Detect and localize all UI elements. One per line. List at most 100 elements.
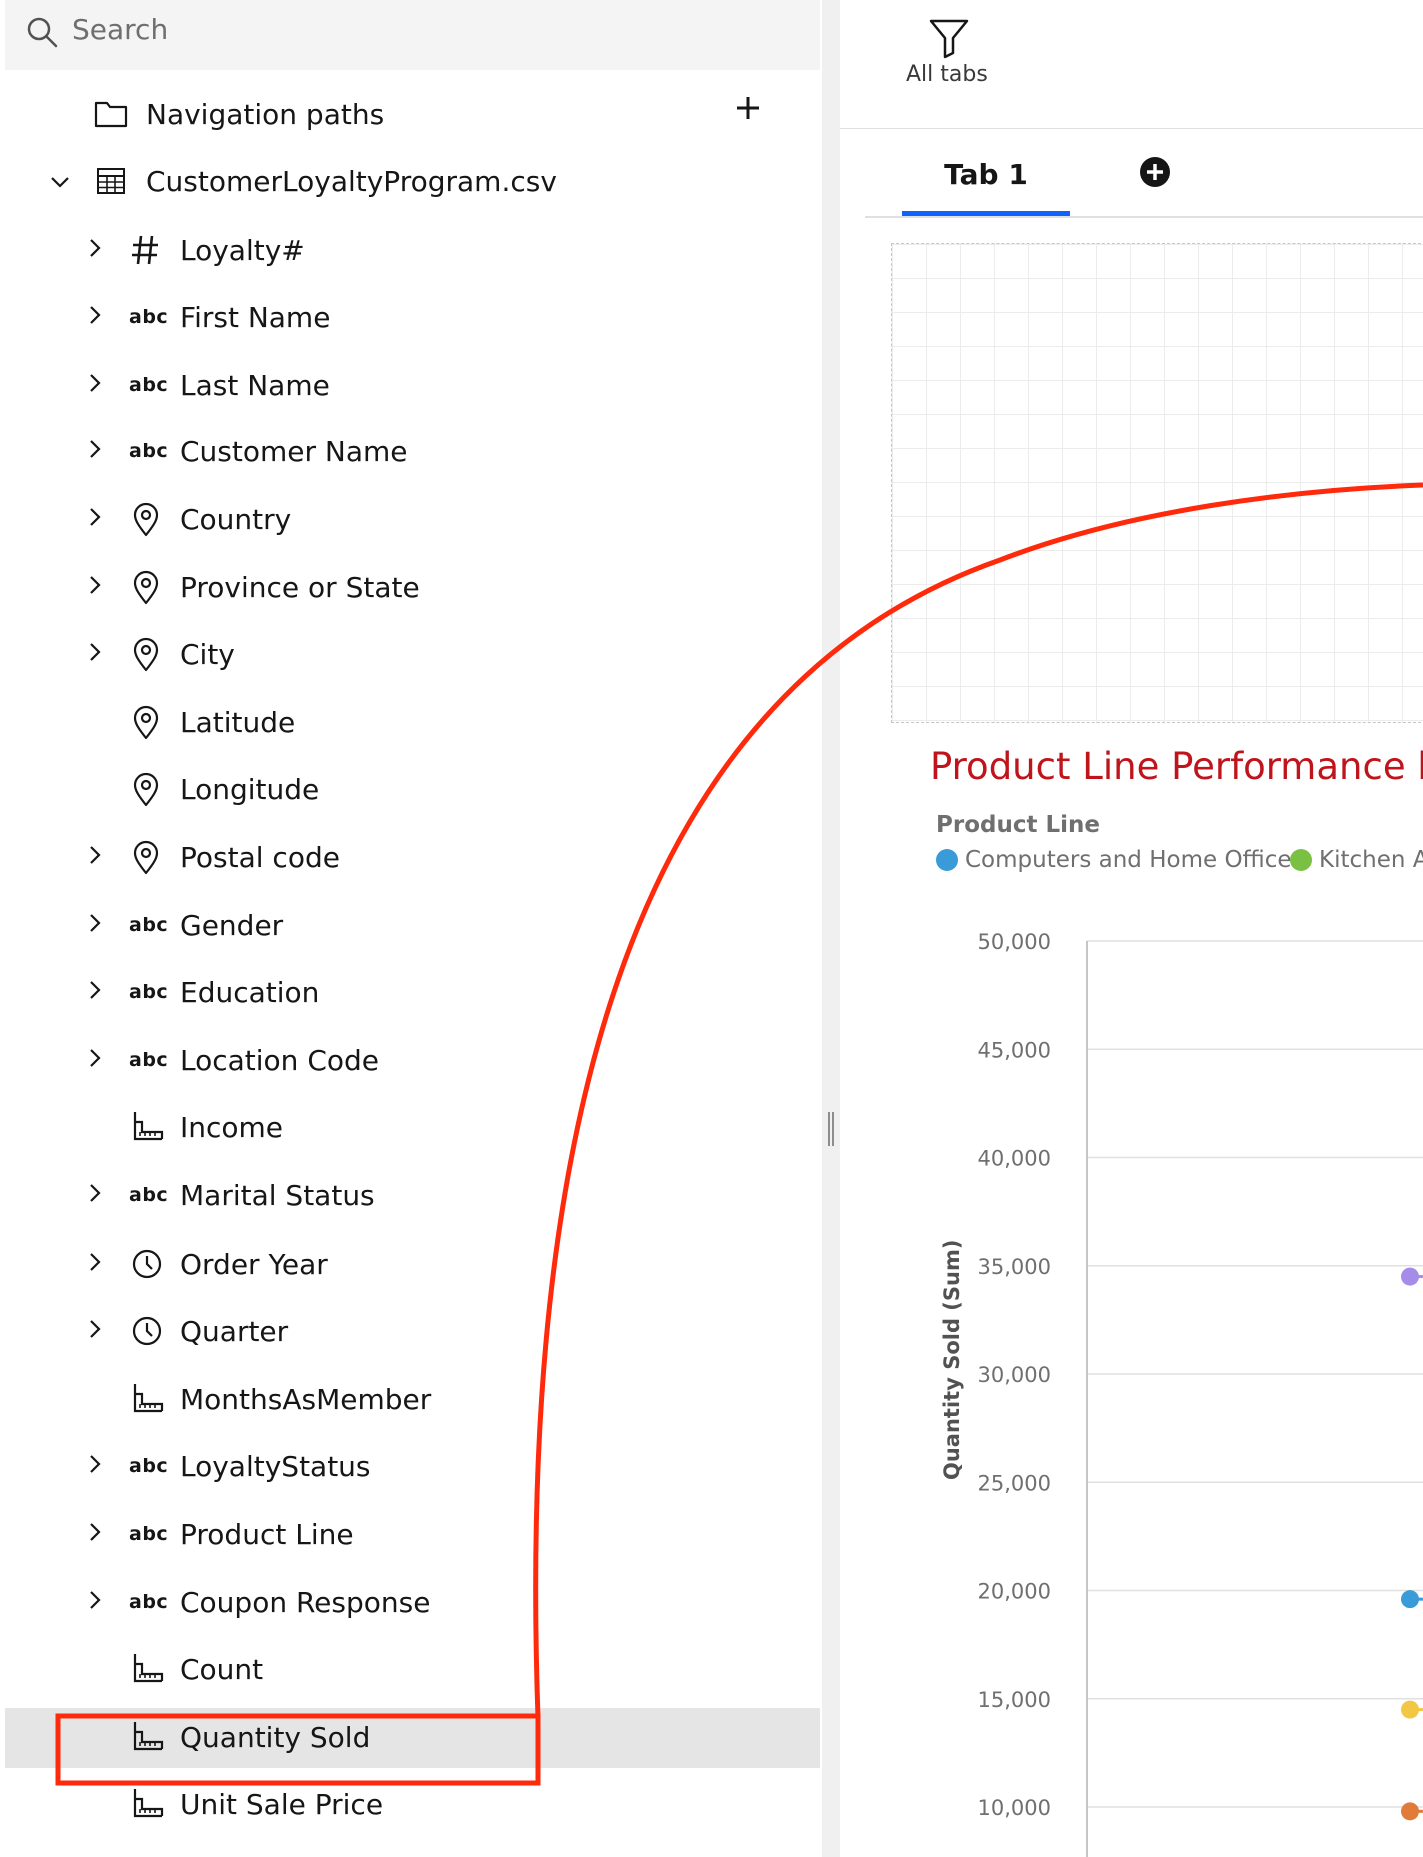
legend-dot <box>936 849 958 871</box>
field-label: Customer Name <box>180 435 408 468</box>
empty-widget-drop-zone[interactable] <box>891 243 1423 723</box>
chevron-right-icon[interactable] <box>84 1453 106 1475</box>
location-pin-icon <box>133 705 159 740</box>
field-item[interactable]: Postal code <box>5 828 820 888</box>
panel-splitter[interactable] <box>822 0 840 1857</box>
chevron-right-icon[interactable] <box>84 641 106 663</box>
field-label: Education <box>180 976 320 1009</box>
chevron-right-icon[interactable] <box>84 506 106 528</box>
chevron-right-icon[interactable] <box>84 1182 106 1204</box>
field-item[interactable]: Loyalty# <box>5 221 820 281</box>
add-tab-button[interactable] <box>1138 155 1172 189</box>
filter-toolbar: All tabs <box>840 0 1423 129</box>
field-item[interactable]: abc Education <box>5 963 820 1023</box>
chevron-down-icon[interactable] <box>49 171 71 193</box>
field-label: Last Name <box>180 369 330 402</box>
source-file-item[interactable]: CustomerLoyaltyProgram.csv <box>5 152 820 212</box>
field-label: Coupon Response <box>180 1586 431 1619</box>
chevron-right-icon[interactable] <box>84 237 106 259</box>
text-abc-icon: abc <box>129 440 169 462</box>
field-label: Loyalty# <box>180 234 305 267</box>
field-label: Province or State <box>180 571 420 604</box>
field-item[interactable]: Unit Sale Price <box>5 1775 820 1835</box>
measure-icon <box>133 1654 164 1683</box>
field-item[interactable]: abc Last Name <box>5 356 820 416</box>
chevron-right-icon[interactable] <box>84 574 106 596</box>
field-item[interactable]: abc Customer Name <box>5 422 820 482</box>
field-label: MonthsAsMember <box>180 1383 432 1416</box>
field-item[interactable]: abc LoyaltyStatus <box>5 1437 820 1497</box>
y-tick-label: 15,000 <box>978 1688 1051 1712</box>
chevron-right-icon[interactable] <box>84 844 106 866</box>
location-pin-icon <box>133 772 159 807</box>
field-item[interactable]: City <box>5 625 820 685</box>
field-item[interactable]: abc Coupon Response <box>5 1573 820 1633</box>
line-chart[interactable]: 50,000 45,000 40,000 35,000 30,000 25,000 20,0… <box>840 900 1423 1857</box>
field-label: Longitude <box>180 773 320 806</box>
field-item[interactable]: Income <box>5 1098 820 1158</box>
field-item[interactable]: Count <box>5 1640 820 1700</box>
y-tick-label: 40,000 <box>978 1147 1051 1171</box>
field-item[interactable]: abc Gender <box>5 896 820 956</box>
chart-title[interactable]: Product Line Performance by <box>930 745 1423 788</box>
field-label: Country <box>180 503 292 536</box>
chevron-right-icon[interactable] <box>84 1047 106 1069</box>
chevron-right-icon[interactable] <box>84 438 106 460</box>
field-item[interactable]: Quarter <box>5 1302 820 1362</box>
search-bar[interactable]: Search <box>5 0 820 70</box>
legend-label: Computers and Home Office <box>965 847 1292 873</box>
field-label: Postal code <box>180 841 340 874</box>
y-tick-label: 35,000 <box>978 1255 1051 1279</box>
chevron-right-icon[interactable] <box>84 1318 106 1340</box>
text-abc-icon: abc <box>129 914 169 936</box>
field-item[interactable]: abc Location Code <box>5 1031 820 1091</box>
location-pin-icon <box>133 840 159 875</box>
field-item[interactable]: Longitude <box>5 760 820 820</box>
splitter-handle[interactable] <box>828 1112 834 1146</box>
tab-1-label: Tab 1 <box>944 158 1028 191</box>
search-icon <box>27 17 58 48</box>
tab-bar: Tab 1 <box>865 140 1423 218</box>
data-point[interactable] <box>1401 1700 1419 1719</box>
y-axis-title: Quantity Sold (Sum) <box>940 1239 964 1480</box>
text-abc-icon: abc <box>129 1184 169 1206</box>
y-tick-label: 25,000 <box>978 1471 1051 1495</box>
legend-label: Kitchen A <box>1319 847 1423 873</box>
chevron-right-icon[interactable] <box>84 1521 106 1543</box>
clock-icon <box>132 1316 162 1346</box>
field-item[interactable]: Quantity Sold <box>5 1708 820 1768</box>
chevron-right-icon[interactable] <box>84 372 106 394</box>
field-item[interactable]: abc Marital Status <box>5 1166 820 1226</box>
chevron-right-icon[interactable] <box>84 912 106 934</box>
navigation-paths-label: Navigation paths <box>146 98 385 131</box>
number-icon <box>132 235 158 265</box>
chevron-right-icon[interactable] <box>84 1589 106 1611</box>
y-tick-label: 45,000 <box>978 1038 1051 1062</box>
text-abc-icon: abc <box>129 306 169 328</box>
data-point[interactable] <box>1401 1802 1419 1821</box>
filter-icon[interactable] <box>927 16 971 60</box>
chevron-right-icon[interactable] <box>84 1251 106 1273</box>
field-label: First Name <box>180 301 331 334</box>
field-item[interactable]: abc First Name <box>5 288 820 348</box>
field-item[interactable]: Order Year <box>5 1235 820 1295</box>
data-point[interactable] <box>1401 1267 1419 1286</box>
field-item[interactable]: MonthsAsMember <box>5 1370 820 1430</box>
field-item[interactable]: Country <box>5 490 820 550</box>
chevron-right-icon[interactable] <box>84 304 106 326</box>
measure-icon <box>133 1112 164 1141</box>
search-input[interactable]: Search <box>72 8 168 52</box>
tab-1[interactable]: Tab 1 <box>902 140 1070 216</box>
chevron-right-icon[interactable] <box>84 979 106 1001</box>
navigation-paths-item[interactable]: Navigation paths <box>5 85 820 145</box>
data-source-panel: Search Navigation paths CustomerLoyaltyP… <box>5 0 820 1857</box>
field-item[interactable]: abc Product Line <box>5 1505 820 1565</box>
field-item[interactable]: Province or State <box>5 558 820 618</box>
field-label: LoyaltyStatus <box>180 1450 371 1483</box>
dashboard-canvas: All tabs Tab 1 Product Line Performance … <box>840 0 1423 1857</box>
text-abc-icon: abc <box>129 374 169 396</box>
all-tabs-filter-label[interactable]: All tabs <box>906 62 988 87</box>
data-point[interactable] <box>1401 1590 1419 1609</box>
add-navigation-path-button[interactable] <box>732 92 764 124</box>
field-item[interactable]: Latitude <box>5 693 820 753</box>
